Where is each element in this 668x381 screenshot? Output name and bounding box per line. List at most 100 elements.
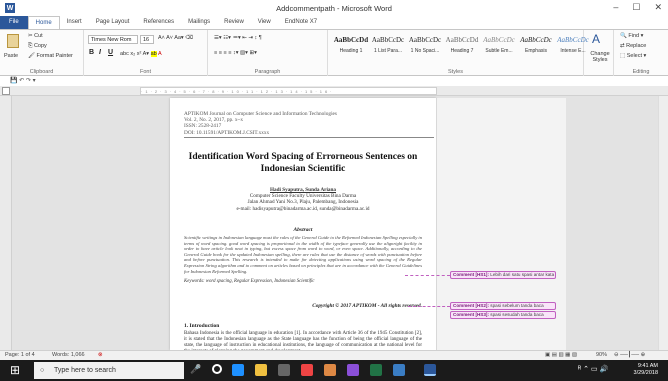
photos-icon[interactable]: [393, 364, 405, 376]
word-count[interactable]: Words: 1,066: [52, 351, 85, 360]
underline-button[interactable]: U: [108, 49, 113, 56]
ribbon-tabs: File Home Insert Page Layout References …: [0, 16, 668, 29]
ribbon: Paste ✂ Cut ⎘ Copy 🖌 Format Painter Clip…: [0, 29, 668, 76]
tab-mailings[interactable]: Mailings: [181, 16, 217, 29]
proofing-icon[interactable]: ⊗: [98, 351, 103, 360]
microphone-icon[interactable]: 🎤: [190, 364, 201, 375]
title-bar: W Addcommentpath - Microsoft Word – ☐ ✕: [0, 0, 668, 16]
paper-title: Identification Word Spacing of Errorneou…: [188, 152, 418, 174]
ruler-scale: ·1·2·3·4·5·6·7·8·9·10·11·12·13·14·15·16·: [140, 87, 437, 95]
comment-connector: [408, 306, 450, 307]
app-icon[interactable]: [324, 364, 336, 376]
abstract-text: Scientific writings in Indonesian langua…: [184, 235, 422, 274]
change-styles-icon[interactable]: A: [592, 32, 600, 46]
save-icon[interactable]: 💾: [10, 78, 17, 84]
intro-heading: 1. Introduction: [184, 323, 220, 329]
journal-header: APTIKOM Journal on Computer Science and …: [184, 111, 434, 136]
copy-button[interactable]: ⎘ Copy: [28, 43, 47, 50]
tab-selector[interactable]: [2, 87, 10, 95]
style-heading1[interactable]: AaBbCcDd Heading 1: [332, 33, 370, 61]
styles-label: Styles: [448, 69, 463, 75]
bold-button[interactable]: B: [89, 49, 94, 56]
change-styles-button[interactable]: Change Styles: [586, 51, 614, 63]
style-emphasis[interactable]: AaBbCcDc Emphasis: [517, 33, 555, 61]
abstract-heading: Abstract: [293, 227, 313, 233]
find-button[interactable]: 🔍 Find ▾: [620, 33, 643, 39]
styles-group: AaBbCcDd Heading 1 AaBbCcDc 1 List Para...…: [328, 30, 589, 76]
search-icon: ○: [40, 367, 45, 374]
font-size-box[interactable]: 16: [140, 35, 154, 44]
maximize-icon[interactable]: ☐: [632, 2, 640, 13]
horizontal-ruler[interactable]: ·1·2·3·4·5·6·7·8·9·10·11·12·13·14·15·16·: [0, 86, 668, 96]
tab-insert[interactable]: Insert: [60, 16, 89, 29]
excel-icon[interactable]: [370, 364, 382, 376]
task-view-icon[interactable]: [212, 364, 222, 374]
select-button[interactable]: ⬚ Select ▾: [620, 53, 646, 59]
document-workspace: APTIKOM Journal on Computer Science and …: [0, 96, 668, 350]
clock[interactable]: 9:41 AM 3/29/2018: [634, 363, 658, 377]
opera-icon[interactable]: [301, 364, 313, 376]
grow-shrink-font[interactable]: A˄ A˅ Aa▾ ⌫: [158, 35, 193, 41]
style-no-spacing[interactable]: AaBbCcDc 1 No Spaci...: [406, 33, 444, 61]
customize-icon[interactable]: ▾: [33, 78, 36, 84]
format-painter-button[interactable]: 🖌 Format Painter: [28, 53, 73, 59]
style-list-para[interactable]: AaBbCcDc 1 List Para...: [369, 33, 407, 61]
keywords: Keywords: word spacing, Regular Expressi…: [184, 279, 315, 284]
font-label: Font: [139, 69, 151, 75]
paste-icon[interactable]: [7, 34, 19, 48]
editing-label: Editing: [632, 69, 650, 75]
view-buttons[interactable]: ▣ ▤ ▥ ▦ ▧: [545, 351, 577, 360]
font-effects-buttons[interactable]: abc x₂ x² A▾ ab A: [120, 51, 162, 57]
intro-text: Bahasa Indonesia is the official languag…: [184, 331, 422, 350]
cut-button[interactable]: ✂ Cut: [28, 33, 43, 39]
tab-endnote[interactable]: EndNote X7: [278, 16, 324, 29]
font-name-box[interactable]: Times New Rom: [88, 35, 138, 44]
tab-references[interactable]: References: [136, 16, 181, 29]
style-subtle-emphasis[interactable]: AaBbCcDc Subtle Em...: [480, 33, 518, 61]
minimize-icon[interactable]: –: [613, 2, 618, 13]
word-taskbar-icon[interactable]: [424, 364, 436, 376]
align-buttons[interactable]: ≡ ≡ ≡ ≡ ↕▾ ▨▾ ⊞▾: [214, 50, 257, 56]
paragraph-label: Paragraph: [254, 69, 281, 75]
document-page[interactable]: APTIKOM Journal on Computer Science and …: [170, 98, 436, 350]
zoom-level[interactable]: 90%: [596, 351, 607, 360]
list-buttons[interactable]: ☰▾ ☷▾ ≔▾ ⇤ ⇥ ↕ ¶: [214, 35, 262, 41]
vertical-ruler: [0, 96, 12, 350]
edge-icon[interactable]: [232, 364, 244, 376]
style-heading7[interactable]: AaBbCcDd Heading 7: [443, 33, 481, 61]
copyright: Copyright © 2017 APTIKOM - All rights re…: [312, 303, 422, 309]
close-icon[interactable]: ✕: [654, 2, 662, 13]
tab-view[interactable]: View: [251, 16, 278, 29]
tab-home[interactable]: Home: [27, 16, 60, 29]
font-group: Times New Rom 16 A˄ A˅ Aa▾ ⌫ B I U abc x…: [84, 30, 208, 76]
redo-icon[interactable]: ↷: [26, 78, 31, 84]
windows-start-icon[interactable]: ⊞: [10, 363, 20, 377]
vertical-scrollbar[interactable]: [658, 96, 668, 350]
comment-balloon[interactable]: Comment [HS2]: spasi sebelum tanda baca: [450, 302, 556, 310]
editing-group: 🔍 Find ▾ ⇄ Replace ⬚ Select ▾ Editing: [614, 30, 668, 76]
paste-button[interactable]: Paste: [4, 53, 18, 59]
comment-balloon[interactable]: Comment [HS1]: Lebih dari satu spasi ant…: [450, 271, 556, 279]
quick-access-toolbar: 💾 ↶ ↷ ▾: [0, 76, 668, 86]
page-count[interactable]: Page: 1 of 4: [5, 351, 35, 360]
clipboard-group: Paste ✂ Cut ⎘ Copy 🖌 Format Painter Clip…: [0, 30, 84, 76]
header-line: DOI: 10.11591/APTIKOM.J.CSIT.xxxx: [184, 129, 270, 136]
paragraph-group: ☰▾ ☷▾ ≔▾ ⇤ ⇥ ↕ ¶ ≡ ≡ ≡ ≡ ↕▾ ▨▾ ⊞▾ Paragr…: [208, 30, 328, 76]
comment-balloon[interactable]: Comment [HS3]: spasi sesudah tanda baca: [450, 311, 556, 319]
store-icon[interactable]: [278, 364, 290, 376]
italic-button[interactable]: I: [99, 49, 101, 56]
header-divider: [184, 137, 434, 138]
replace-button[interactable]: ⇄ Replace: [620, 43, 646, 49]
tab-page-layout[interactable]: Page Layout: [89, 16, 137, 29]
window-title: Addcommentpath - Microsoft Word: [276, 3, 392, 13]
tray-icons[interactable]: ᴿ ⌃ ▭ 🔊: [578, 365, 608, 373]
undo-icon[interactable]: ↶: [19, 78, 24, 84]
tab-file[interactable]: File: [0, 16, 28, 29]
taskbar-search-input[interactable]: ○ Type here to search: [34, 362, 184, 379]
clock-date: 3/29/2018: [633, 370, 658, 376]
onenote-icon[interactable]: [347, 364, 359, 376]
tab-review[interactable]: Review: [217, 16, 251, 29]
status-bar: Page: 1 of 4 Words: 1,066 ⊗ ▣ ▤ ▥ ▦ ▧ 90…: [0, 350, 668, 360]
zoom-slider[interactable]: ⊖ ──┃── ⊕: [614, 351, 645, 360]
file-explorer-icon[interactable]: [255, 364, 267, 376]
